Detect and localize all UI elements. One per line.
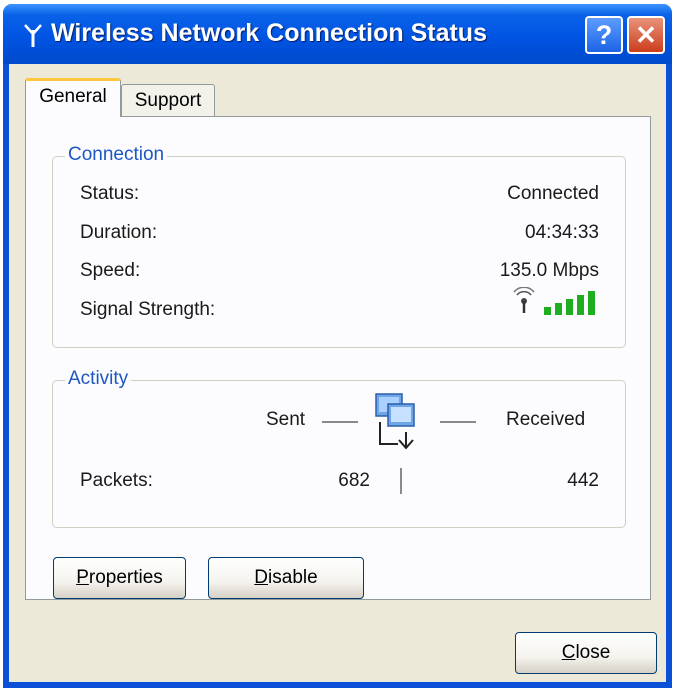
signal-bar — [544, 307, 551, 315]
signal-strength-icon — [513, 287, 595, 315]
wireless-antenna-icon — [24, 24, 42, 47]
signal-bar — [566, 299, 573, 315]
signal-bar — [588, 291, 595, 315]
speed-label: Speed: — [80, 260, 141, 281]
disable-accel: D — [254, 567, 269, 588]
properties-accel: P — [76, 567, 89, 588]
disable-label: isable — [268, 567, 318, 588]
close-icon: ✕ — [635, 20, 657, 50]
properties-label: roperties — [88, 567, 163, 588]
status-label: Status: — [80, 183, 140, 204]
packets-separator — [400, 468, 402, 494]
received-divider — [440, 421, 476, 423]
tab-general[interactable]: General — [25, 78, 121, 117]
status-value: Connected — [507, 183, 599, 204]
close-button[interactable]: Close — [515, 632, 657, 674]
close-window-button[interactable]: ✕ — [627, 16, 665, 54]
signal-bar — [555, 303, 562, 315]
activity-group: Activity — [52, 368, 626, 528]
packets-label: Packets: — [80, 470, 153, 491]
signal-strength-label: Signal Strength: — [80, 299, 216, 320]
network-activity-icon — [375, 393, 415, 450]
activity-group-title: Activity — [65, 368, 132, 390]
packets-received-value: 442 — [567, 470, 599, 491]
close-accel: C — [561, 642, 576, 663]
sent-label: Sent — [266, 409, 306, 430]
signal-bar — [577, 295, 584, 315]
sent-divider — [322, 421, 358, 423]
title-bar[interactable]: Wireless Network Connection Status ? ✕ — [3, 4, 672, 64]
packets-sent-value: 682 — [338, 470, 370, 491]
tab-support[interactable]: Support — [121, 84, 215, 120]
duration-value: 04:34:33 — [525, 222, 599, 243]
close-label: lose — [575, 642, 611, 663]
disable-button[interactable]: Disable — [208, 557, 364, 599]
help-button[interactable]: ? — [585, 16, 623, 54]
duration-label: Duration: — [80, 222, 158, 243]
received-label: Received — [506, 409, 586, 430]
window-title: Wireless Network Connection Status — [51, 19, 487, 47]
connection-group-title: Connection — [65, 144, 168, 166]
properties-button[interactable]: Properties — [53, 557, 186, 599]
speed-value: 135.0 Mbps — [499, 260, 599, 281]
